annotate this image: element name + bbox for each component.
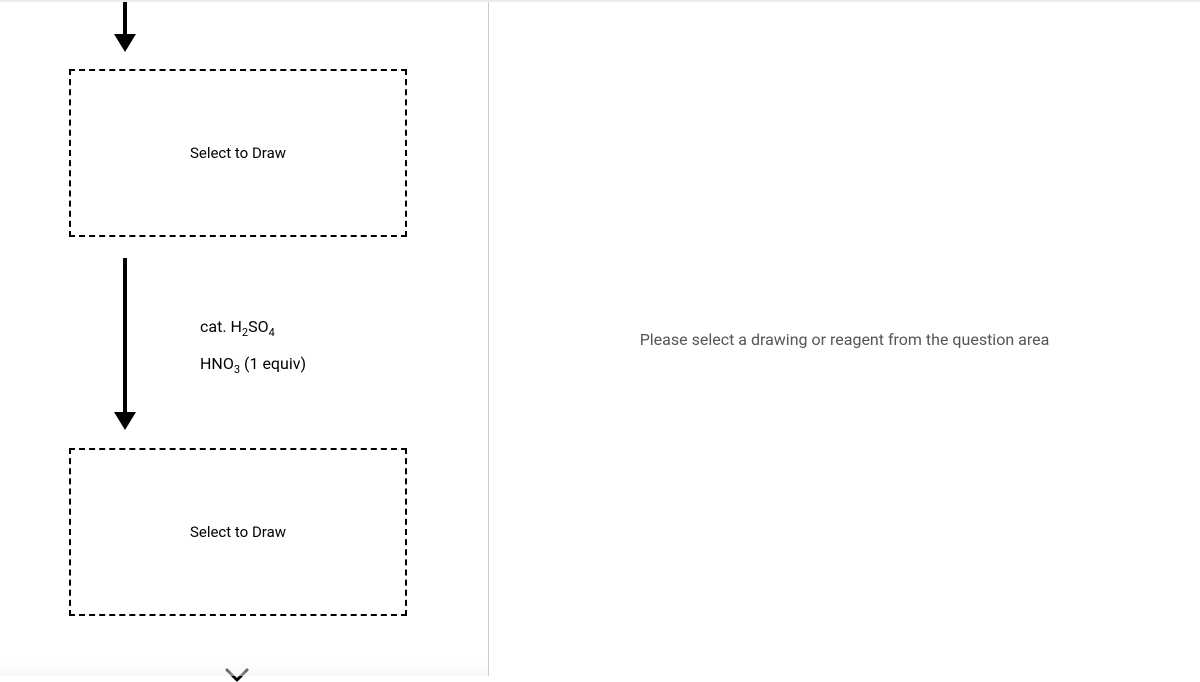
reagent-subscript: 4 bbox=[269, 326, 275, 339]
reagent-text: SO bbox=[248, 317, 269, 336]
placeholder-message: Please select a drawing or reagent from … bbox=[640, 330, 1050, 349]
draw-box-label: Select to Draw bbox=[190, 523, 286, 541]
chevron-down-icon[interactable] bbox=[225, 668, 249, 682]
question-area: Select to Draw cat. H2SO4 HNO3 (1 equiv)… bbox=[0, 2, 488, 676]
reagent-line-1[interactable]: cat. H2SO4 bbox=[200, 317, 275, 339]
reagent-text: (1 equiv) bbox=[240, 354, 306, 373]
reagent-text: HNO bbox=[200, 354, 234, 373]
draw-box-2[interactable]: Select to Draw bbox=[69, 448, 407, 616]
main-container: Select to Draw cat. H2SO4 HNO3 (1 equiv)… bbox=[0, 0, 1200, 676]
drawing-area: Please select a drawing or reagent from … bbox=[489, 2, 1200, 676]
reagent-line-2[interactable]: HNO3 (1 equiv) bbox=[200, 354, 306, 376]
draw-box-1[interactable]: Select to Draw bbox=[69, 69, 407, 237]
reagent-text: cat. H bbox=[200, 317, 242, 336]
arrow-down-icon bbox=[110, 258, 140, 430]
draw-box-label: Select to Draw bbox=[190, 144, 286, 162]
arrow-down-icon bbox=[110, 2, 140, 52]
